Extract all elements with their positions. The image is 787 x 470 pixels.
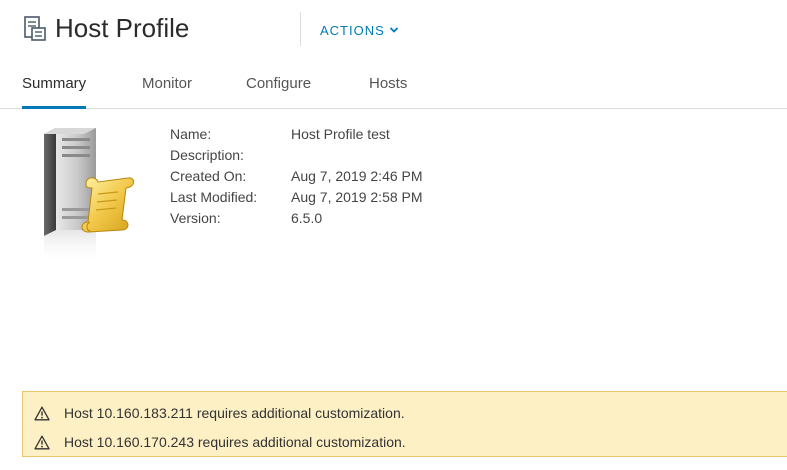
alert-text: Host 10.160.170.243 requires additional …: [64, 434, 406, 450]
alert-text: Host 10.160.183.211 requires additional …: [64, 405, 405, 421]
property-label: Created On:: [170, 168, 247, 184]
actions-label: ACTIONS: [320, 22, 385, 38]
warning-icon: [34, 435, 50, 449]
tab-summary[interactable]: Summary: [22, 66, 87, 109]
property-label: Description:: [170, 147, 244, 163]
property-label: Name:: [170, 126, 212, 142]
property-label: Version:: [170, 210, 221, 226]
page-title: Host Profile: [55, 13, 190, 43]
actions-button[interactable]: ACTIONS: [320, 19, 399, 41]
property-value: Aug 7, 2019 2:46 PM: [291, 168, 423, 184]
property-value: Host Profile test: [291, 126, 390, 142]
title-redaction: [222, 10, 282, 50]
warning-icon: [34, 406, 50, 420]
tab-monitor[interactable]: Monitor: [142, 66, 192, 106]
host-profile-icon: [24, 16, 46, 41]
tab-hosts[interactable]: Hosts: [369, 66, 407, 106]
property-row-description: Description:: [170, 145, 423, 166]
tab-bar: Summary Monitor Configure Hosts: [0, 66, 787, 109]
property-row-created-on: Created On: Aug 7, 2019 2:46 PM: [170, 166, 423, 187]
property-value: Aug 7, 2019 2:58 PM: [291, 189, 423, 205]
alert-item: Host 10.160.183.211 requires additional …: [23, 401, 405, 425]
header-divider: [300, 12, 301, 46]
warning-alert-banner: Host 10.160.183.211 requires additional …: [22, 391, 787, 457]
chevron-down-icon: [389, 27, 398, 33]
property-value: 6.5.0: [291, 210, 323, 226]
page-header: Host Profile ACTIONS: [0, 0, 787, 60]
host-profile-server-icon: [44, 128, 135, 264]
tab-configure[interactable]: Configure: [246, 66, 311, 106]
alert-item: Host 10.160.170.243 requires additional …: [23, 430, 406, 454]
property-label: Last Modified:: [170, 189, 258, 205]
summary-properties: Name: Host Profile test Description: Cre…: [170, 124, 423, 229]
property-row-version: Version: 6.5.0: [170, 208, 423, 229]
property-row-name: Name: Host Profile test: [170, 124, 423, 145]
property-row-last-modified: Last Modified: Aug 7, 2019 2:58 PM: [170, 187, 423, 208]
